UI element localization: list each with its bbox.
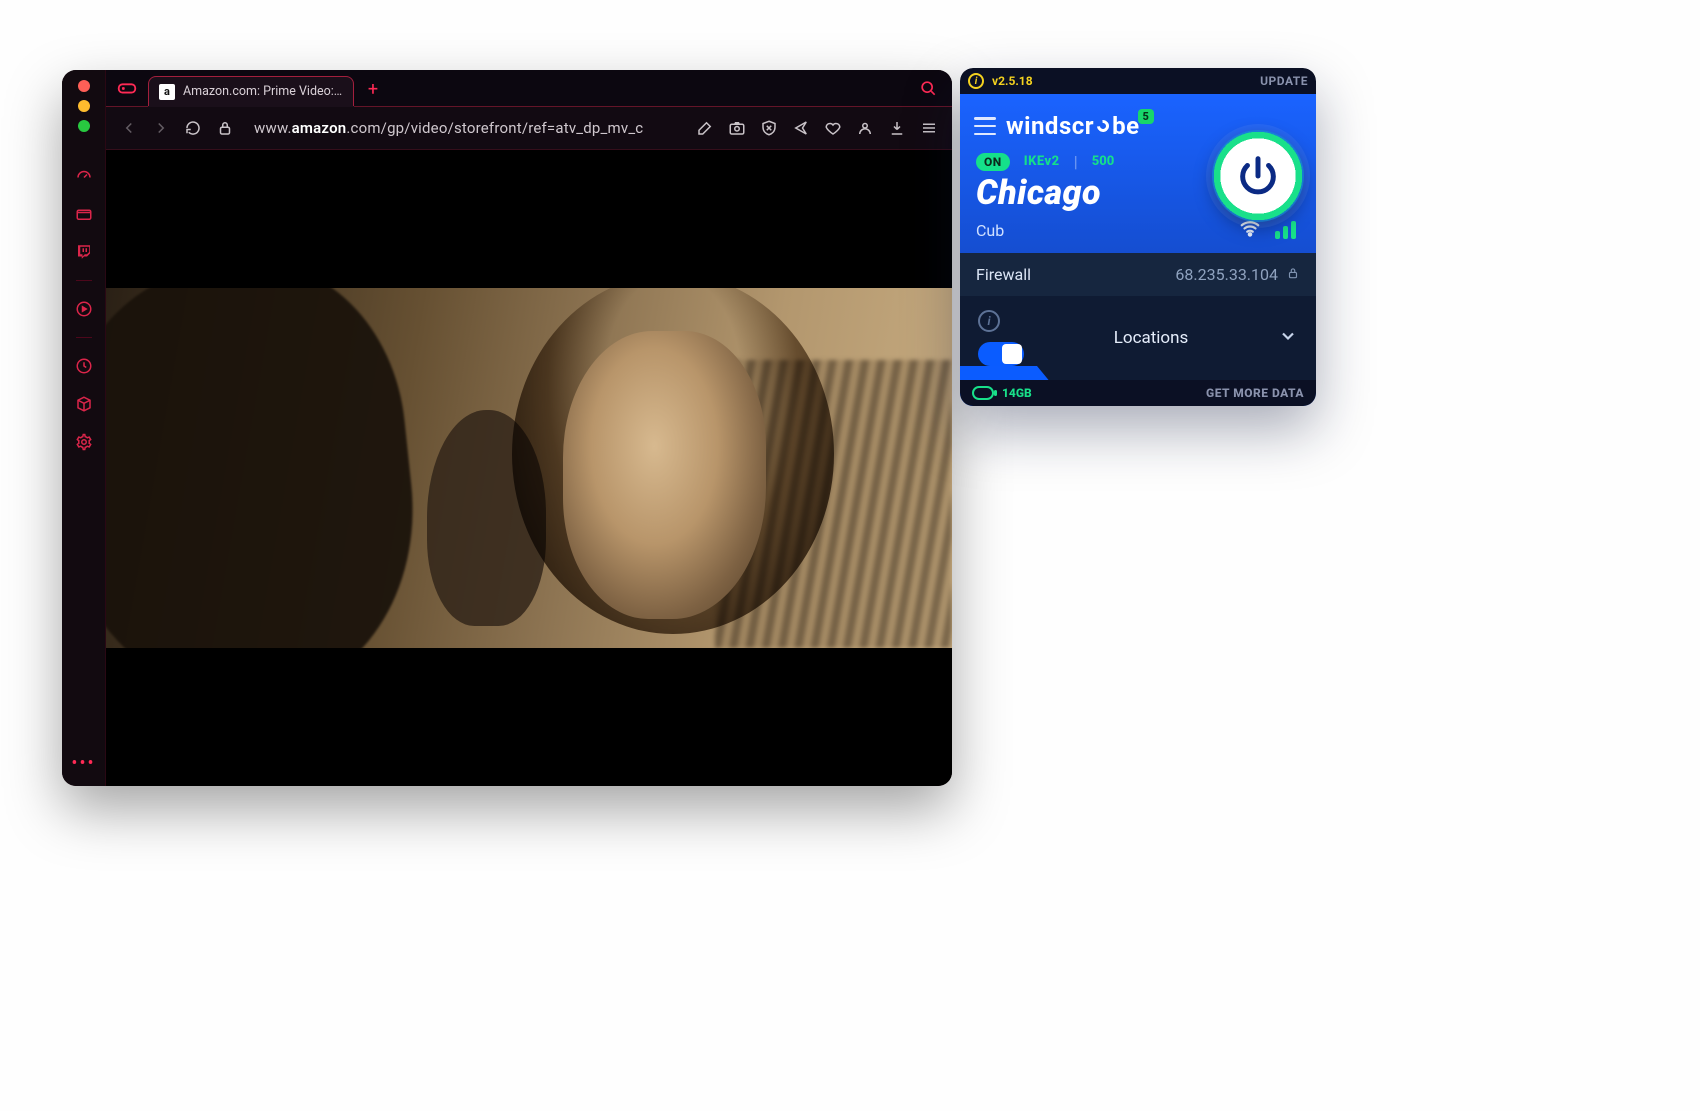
ws-body: windscr be 5 ON IKEv2 | 500 Chicago Cub (960, 94, 1316, 406)
power-toggle-button[interactable] (1212, 130, 1304, 222)
connection-status-pill: ON (976, 153, 1010, 171)
wallet-icon[interactable] (70, 200, 98, 228)
protocol-label[interactable]: IKEv2 (1024, 154, 1060, 169)
camera-icon[interactable] (728, 119, 746, 137)
browser-window: ••• a Amazon.com: Prime Video: Prim + (62, 70, 952, 786)
tab-title: Amazon.com: Prime Video: Prim (183, 84, 343, 99)
reload-button[interactable] (184, 119, 202, 137)
hamburger-menu-button[interactable] (974, 117, 996, 135)
firewall-toggle[interactable] (978, 342, 1024, 366)
ws-footer: 14GB GET MORE DATA (960, 380, 1316, 406)
browser-main: a Amazon.com: Prime Video: Prim + www. (106, 70, 952, 786)
download-icon[interactable] (888, 119, 906, 137)
new-tab-button[interactable]: + (360, 76, 386, 102)
firewall-label: Firewall (976, 265, 1031, 284)
signal-bars-icon (1275, 221, 1296, 239)
search-icon[interactable] (918, 78, 938, 98)
clock-icon[interactable] (70, 352, 98, 380)
video-viewport[interactable] (106, 150, 952, 786)
sidebar-divider (76, 280, 92, 281)
url-host: www.amazon (254, 119, 346, 137)
menu-icon[interactable] (920, 119, 938, 137)
separator: | (1074, 152, 1078, 171)
sidebar-divider (76, 337, 92, 338)
shield-icon[interactable] (760, 119, 778, 137)
ws-titlebar: i v2.5.18 UPDATE (960, 68, 1316, 94)
server-name: Cub (976, 221, 1004, 240)
lock-icon (1286, 265, 1300, 284)
lock-icon[interactable] (216, 119, 234, 137)
url-bar: www.amazon.com/gp/video/storefront/ref=a… (106, 106, 952, 150)
get-more-data-button[interactable]: GET MORE DATA (1206, 386, 1304, 400)
window-maximize-button[interactable] (78, 120, 90, 132)
cube-icon[interactable] (70, 390, 98, 418)
battery-data-icon (972, 386, 994, 400)
info-icon[interactable]: i (978, 310, 1000, 332)
data-remaining: 14GB (1002, 386, 1032, 400)
browser-sidebar: ••• (62, 70, 106, 786)
browser-tab[interactable]: a Amazon.com: Prime Video: Prim (148, 76, 354, 106)
info-icon[interactable]: i (968, 73, 984, 89)
ip-address: 68.235.33.104 (1175, 265, 1300, 284)
windscribe-logo: windscr be 5 (1006, 112, 1158, 140)
gamepad-icon[interactable] (116, 77, 138, 99)
notification-badge[interactable]: 5 (1138, 109, 1155, 124)
logo-swirl-icon (1095, 118, 1112, 135)
locations-label: Locations (1114, 328, 1189, 348)
more-icon[interactable]: ••• (71, 753, 95, 778)
video-frame (106, 288, 952, 648)
tab-bar: a Amazon.com: Prime Video: Prim + (106, 70, 952, 106)
tab-favicon: a (159, 84, 175, 100)
port-label[interactable]: 500 (1092, 154, 1115, 169)
profile-icon[interactable] (856, 119, 874, 137)
nav-back-button[interactable] (120, 119, 138, 137)
update-button[interactable]: UPDATE (1260, 74, 1308, 88)
windscribe-window: i v2.5.18 UPDATE windscr be 5 (960, 68, 1316, 406)
speed-gauge-icon[interactable] (70, 162, 98, 190)
window-close-button[interactable] (78, 80, 90, 92)
twitch-icon[interactable] (70, 238, 98, 266)
heart-icon[interactable] (824, 119, 842, 137)
gear-icon[interactable] (70, 428, 98, 456)
chevron-down-icon[interactable] (1278, 326, 1298, 350)
ws-version: v2.5.18 (992, 74, 1033, 88)
play-circle-icon[interactable] (70, 295, 98, 323)
url-path: .com/gp/video/storefront/ref=atv_dp_mv_c (346, 119, 643, 137)
firewall-row: Firewall 68.235.33.104 (960, 253, 1316, 296)
window-traffic-lights (78, 80, 90, 132)
nav-forward-button[interactable] (152, 119, 170, 137)
url-input[interactable]: www.amazon.com/gp/video/storefront/ref=a… (248, 119, 682, 137)
window-minimize-button[interactable] (78, 100, 90, 112)
send-icon[interactable] (792, 119, 810, 137)
edit-icon[interactable] (696, 119, 714, 137)
